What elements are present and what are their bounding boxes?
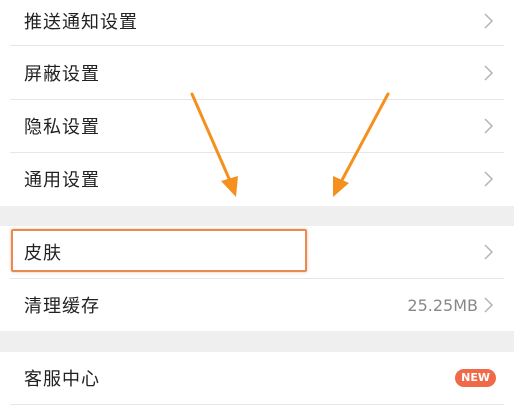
- section-separator: [0, 206, 514, 226]
- section-separator: [0, 331, 514, 352]
- settings-item-customer-service[interactable]: 客服中心 NEW: [0, 352, 514, 404]
- settings-item-push-notifications[interactable]: 推送通知设置: [0, 0, 514, 47]
- chevron-right-icon: [484, 244, 494, 260]
- settings-item-label: 通用设置: [24, 170, 100, 191]
- new-badge: NEW: [455, 369, 496, 387]
- settings-item-label: 屏蔽设置: [24, 64, 100, 85]
- chevron-right-icon: [484, 65, 494, 81]
- settings-item-general[interactable]: 通用设置: [0, 153, 514, 205]
- skin-highlight-box: [11, 229, 307, 272]
- cache-size-value: 25.25MB: [407, 295, 478, 315]
- settings-item-label: 隐私设置: [24, 117, 100, 138]
- divider: [10, 404, 504, 405]
- settings-item-clear-cache[interactable]: 清理缓存 25.25MB: [0, 279, 514, 331]
- settings-item-label: 推送通知设置: [24, 12, 138, 33]
- settings-item-label: 清理缓存: [24, 296, 100, 317]
- chevron-right-icon: [484, 297, 494, 313]
- chevron-right-icon: [484, 171, 494, 187]
- settings-item-privacy[interactable]: 隐私设置: [0, 100, 514, 152]
- chevron-right-icon: [484, 118, 494, 134]
- chevron-right-icon: [484, 13, 494, 29]
- settings-screen: 推送通知设置 屏蔽设置 隐私设置 通用设置 皮肤 清理缓存 25.25MB 客服…: [0, 0, 514, 410]
- settings-item-block[interactable]: 屏蔽设置: [0, 47, 514, 99]
- divider: [10, 45, 504, 46]
- settings-item-label: 客服中心: [24, 369, 100, 390]
